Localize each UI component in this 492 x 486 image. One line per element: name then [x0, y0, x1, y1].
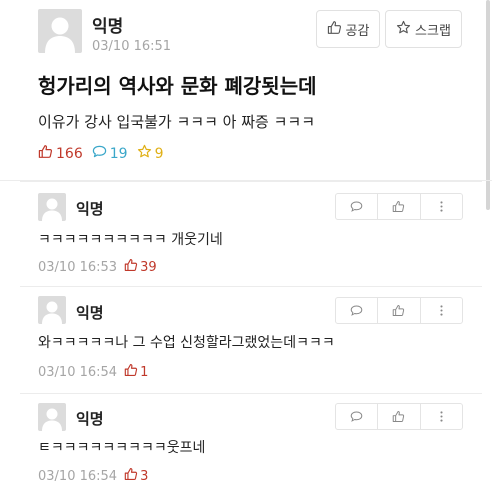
more-vertical-icon: [421, 200, 462, 213]
thumbs-up-icon: [124, 363, 138, 381]
comment-actions: [335, 403, 463, 430]
reply-button[interactable]: [336, 194, 379, 219]
more-button[interactable]: [421, 194, 462, 219]
comment-meta: 03/10 16:54 3: [38, 467, 148, 485]
scrap-button-label: 스크랩: [415, 23, 451, 39]
comment: 익명 ㅌㅋㅋㅋㅋㅋㅋㅋㅋㅋ웃프네 03/10 16:54 3: [20, 393, 482, 486]
default-avatar-icon: [38, 193, 66, 221]
speech-bubble-icon: [336, 200, 377, 213]
thumbs-up-icon: [378, 304, 419, 317]
thumbs-up-icon: [378, 410, 419, 423]
post-timestamp: 03/10 16:51: [92, 39, 172, 54]
comment-count-value: 19: [109, 145, 128, 162]
comment-text: ㅋㅋㅋㅋㅋㅋㅋㅋㅋㅋ 개웃기네: [38, 232, 223, 248]
star-icon: [137, 144, 152, 163]
speech-bubble-icon: [336, 304, 377, 317]
thumbs-up-icon: [124, 258, 138, 276]
more-vertical-icon: [421, 304, 462, 317]
default-avatar-icon: [38, 403, 66, 431]
comment-author: 익명: [76, 304, 104, 322]
comment-actions: [335, 297, 463, 324]
comment: 익명 와ㅋㅋㅋㅋㅋ나 그 수업 신청할라그랬었는데ㅋㅋㅋ 03/10 16:54…: [20, 286, 482, 393]
comment-actions: [335, 193, 463, 220]
comment-timestamp: 03/10 16:54: [38, 468, 118, 484]
post-title: 헝가리의 역사와 문화 폐강됫는데: [38, 74, 317, 98]
comment-meta: 03/10 16:53 39: [38, 258, 157, 276]
comment-text: ㅌㅋㅋㅋㅋㅋㅋㅋㅋㅋ웃프네: [38, 440, 206, 456]
vote-button[interactable]: 공감: [316, 10, 380, 48]
comment-text: 와ㅋㅋㅋㅋㅋ나 그 수업 신청할라그랬었는데ㅋㅋㅋ: [38, 335, 335, 351]
vote-button-label: 공감: [345, 23, 370, 39]
comment-vote-button[interactable]: [378, 404, 421, 429]
comment-like-count: 39: [124, 258, 157, 276]
star-icon: [396, 20, 411, 39]
thumbs-up-icon: [38, 144, 53, 163]
like-count: 166: [38, 144, 83, 163]
speech-bubble-icon: [92, 144, 107, 163]
like-count-value: 166: [56, 145, 83, 162]
speech-bubble-icon: [336, 410, 377, 423]
comment-like-count: 3: [124, 467, 148, 485]
comment-like-count: 1: [124, 363, 148, 381]
default-avatar-icon: [38, 296, 66, 324]
scrap-count-value: 9: [154, 145, 164, 162]
reply-button[interactable]: [336, 298, 379, 323]
reply-button[interactable]: [336, 404, 379, 429]
comment-vote-button[interactable]: [378, 298, 421, 323]
comment: 익명 ㅋㅋㅋㅋㅋㅋㅋㅋㅋㅋ 개웃기네 03/10 16:53 39: [20, 181, 482, 286]
post: 익명 03/10 16:51 공감 스크랩 헝가리의 역사와 문화 폐강됫는데 …: [0, 0, 492, 181]
comment-timestamp: 03/10 16:53: [38, 259, 118, 275]
thumbs-up-icon: [124, 467, 138, 485]
default-avatar-icon: [38, 9, 82, 53]
comment-like-count-value: 39: [140, 259, 157, 275]
more-button[interactable]: [421, 404, 462, 429]
thumbs-up-icon: [378, 200, 419, 213]
more-vertical-icon: [421, 410, 462, 423]
more-button[interactable]: [421, 298, 462, 323]
post-body: 이유가 강사 입국불가 ㅋㅋㅋ 아 짜증 ㅋㅋㅋ: [38, 113, 316, 131]
post-author: 익명: [92, 17, 124, 37]
comment-like-count-value: 3: [140, 468, 149, 484]
comment-author: 익명: [76, 200, 104, 218]
comment-author: 익명: [76, 410, 104, 428]
comment-count: 19: [92, 144, 128, 163]
comment-timestamp: 03/10 16:54: [38, 364, 118, 380]
comment-like-count-value: 1: [140, 364, 149, 380]
scrap-count: 9: [137, 144, 164, 163]
post-stats: 166 19 9: [38, 144, 172, 163]
scrap-button[interactable]: 스크랩: [385, 10, 462, 48]
comment-meta: 03/10 16:54 1: [38, 363, 148, 381]
comment-vote-button[interactable]: [378, 194, 421, 219]
thumbs-up-icon: [327, 20, 342, 39]
